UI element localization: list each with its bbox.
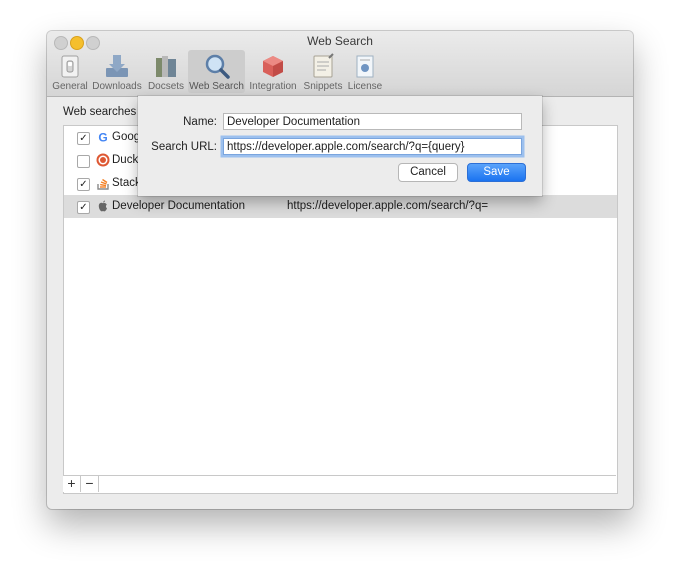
- add-button[interactable]: +: [63, 476, 81, 492]
- stackoverflow-icon: [97, 178, 109, 190]
- row-name: Goog: [112, 131, 141, 143]
- enabled-checkbox[interactable]: ✓: [77, 132, 90, 145]
- tab-general-label: General: [52, 81, 88, 92]
- cancel-button[interactable]: Cancel: [398, 163, 458, 182]
- tab-license-label: License: [347, 81, 383, 92]
- google-icon: G: [98, 131, 107, 145]
- download-tray-icon: [106, 55, 128, 77]
- apple-icon: [98, 200, 107, 212]
- list-item[interactable]: ✓ Developer Documentation https://develo…: [64, 195, 617, 218]
- enabled-checkbox[interactable]: ✓: [77, 201, 90, 214]
- tab-snippets[interactable]: Snippets: [301, 50, 345, 93]
- row-name: Duck: [112, 154, 139, 166]
- row-url: https://developer.apple.com/search/?q=: [287, 200, 489, 212]
- tab-docsets[interactable]: Docsets: [145, 50, 187, 93]
- edit-search-sheet: Name: Developer Documentation Search URL…: [138, 96, 542, 196]
- row-name: Developer Documentation: [112, 200, 245, 212]
- enabled-checkbox[interactable]: [77, 155, 90, 168]
- tab-integration-label: Integration: [249, 81, 297, 92]
- switch-icon: [61, 55, 79, 78]
- magnifier-icon: [205, 54, 230, 79]
- list-footer: + −: [63, 475, 616, 492]
- tab-integration[interactable]: Integration: [248, 50, 298, 93]
- titlebar: Web Search General Downloads Docsets Web…: [47, 31, 633, 97]
- section-label: Web searches a: [63, 106, 146, 118]
- tab-web-search-label: Web Search: [189, 81, 244, 92]
- window-title: Web Search: [307, 34, 373, 48]
- tab-general[interactable]: General: [51, 50, 89, 93]
- remove-button[interactable]: −: [81, 476, 99, 492]
- tab-web-search[interactable]: Web Search: [188, 50, 245, 93]
- search-url-field[interactable]: https://developer.apple.com/search/?q={q…: [223, 138, 522, 155]
- certificate-icon: [356, 55, 374, 78]
- tab-downloads-label: Downloads: [92, 81, 142, 92]
- name-label: Name:: [183, 116, 217, 128]
- svg-text:G: G: [98, 131, 107, 145]
- books-icon: [156, 56, 176, 77]
- tab-docsets-label: Docsets: [147, 81, 185, 92]
- enabled-checkbox[interactable]: ✓: [77, 178, 90, 191]
- name-field[interactable]: Developer Documentation: [223, 113, 522, 130]
- tab-snippets-label: Snippets: [303, 81, 343, 92]
- tab-license[interactable]: License: [345, 50, 385, 93]
- save-button[interactable]: Save: [467, 163, 526, 182]
- notepad-icon: [313, 53, 334, 78]
- search-url-label: Search URL:: [151, 141, 217, 153]
- tab-downloads[interactable]: Downloads: [92, 50, 142, 93]
- duckduckgo-icon: [96, 153, 110, 167]
- cube-icon: [263, 56, 283, 77]
- row-name: Stack: [112, 177, 141, 189]
